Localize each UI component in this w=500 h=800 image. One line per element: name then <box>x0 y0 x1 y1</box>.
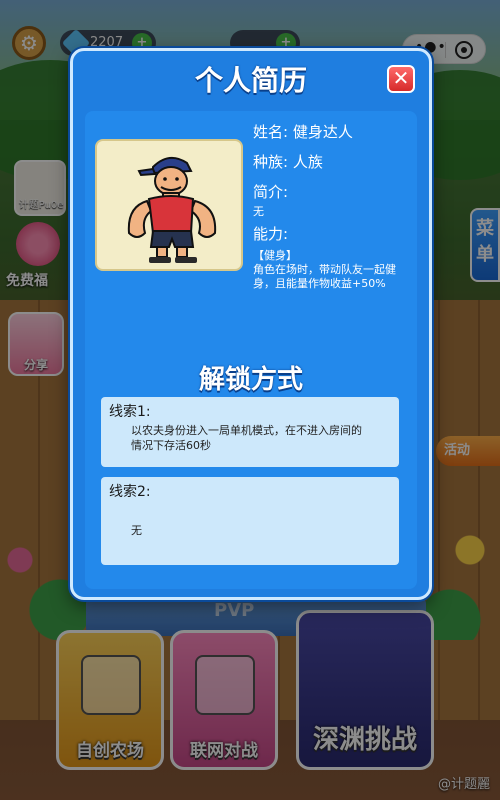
clue-text: 以农夫身份进入一局单机模式，在不进入房间的情况下存活60秒 <box>131 424 362 452</box>
race-row: 种族: 人族 <box>253 151 323 173</box>
race-value: 人族 <box>292 153 323 171</box>
ability-title: 【健身】 <box>253 249 297 262</box>
unlock-title: 解锁方式 <box>198 365 303 395</box>
name-label: 姓名: <box>253 123 289 141</box>
modal-title: 个人简历 <box>194 64 307 97</box>
ability-label: 能力: <box>253 225 289 243</box>
clue-box-1: 线索1: 以农夫身份进入一局单机模式，在不进入房间的情况下存活60秒 <box>101 397 399 467</box>
modal-body: 姓名: 健身达人 种族: 人族 简介: 无 能力: 【健身】 角色在场时，带动队… <box>85 111 417 589</box>
clue-label: 线索2: <box>109 484 151 500</box>
name-value: 健身达人 <box>292 123 353 141</box>
intro-label: 简介: <box>253 183 289 201</box>
intro-value: 无 <box>253 205 264 218</box>
fitness-character-illustration <box>127 156 217 263</box>
close-icon[interactable]: ✕ <box>387 65 415 93</box>
clue-text: 无 <box>131 524 142 537</box>
profile-modal: 个人简历 ✕ 姓名: 健身达人 种族: 人族 简介: 无 能力: 【健身】 角色… <box>70 48 432 600</box>
character-portrait <box>95 139 243 271</box>
clue-box-2: 线索2: 无 <box>101 477 399 565</box>
ability-description: 角色在场时，带动队友一起健身，且能量作物收益+50% <box>253 263 396 290</box>
name-row: 姓名: 健身达人 <box>253 121 353 143</box>
race-label: 种族: <box>253 153 289 171</box>
clue-label: 线索1: <box>109 404 151 420</box>
